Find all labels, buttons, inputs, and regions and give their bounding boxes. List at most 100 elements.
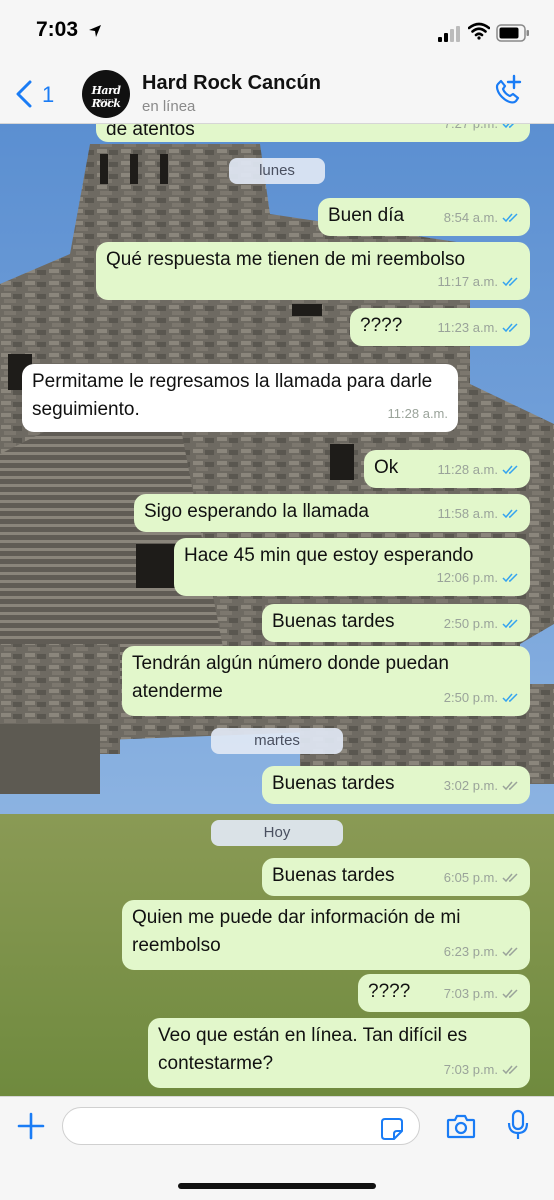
double-check-read-icon — [502, 213, 518, 223]
message-meta: 7:03 p.m. — [444, 980, 520, 1008]
message-time: 11:17 a.m. — [437, 274, 498, 289]
chevron-left-icon — [16, 80, 32, 108]
double-check-delivered-icon — [502, 873, 518, 883]
message-time: 6:23 p.m. — [443, 944, 498, 959]
message-bubble[interactable]: Qué respuesta me tienen de mi reembolso … — [96, 242, 530, 300]
message-bubble[interactable]: Quien me puede dar información de mi ree… — [122, 900, 530, 970]
message-meta: 7:03 p.m. — [444, 1056, 520, 1084]
chat-area[interactable]: de atentos 7:27 p.m. lunes Buen día 8:54… — [0, 124, 554, 1096]
message-time: 12:06 p.m. — [436, 570, 498, 585]
message-meta: 2:50 p.m. — [444, 610, 520, 638]
microphone-icon[interactable] — [506, 1109, 530, 1141]
chat-header: 1 Hard Rock HOTEL Hard Rock Cancún en lí… — [0, 62, 554, 124]
message-text: Ok — [374, 457, 399, 478]
message-text: ???? — [368, 981, 411, 1002]
cellular-signal-icon — [438, 26, 460, 42]
wifi-icon — [468, 22, 490, 40]
message-time: 3:02 p.m. — [443, 778, 498, 793]
date-separator: Hoy — [211, 820, 343, 846]
message-meta: 2:50 p.m. — [444, 684, 520, 712]
double-check-read-icon — [502, 124, 515, 129]
back-button[interactable]: 1 — [14, 78, 62, 110]
double-check-read-icon — [502, 619, 518, 629]
message-meta: 11:28 a.m. — [438, 456, 520, 484]
message-time: 11:28 a.m. — [437, 462, 498, 477]
message-text: ???? — [360, 315, 403, 336]
message-meta: 11:58 a.m. — [438, 500, 520, 528]
add-call-icon[interactable] — [490, 74, 524, 110]
location-arrow-icon — [89, 25, 101, 37]
status-bar: 7:03 — [0, 0, 554, 62]
contact-name[interactable]: Hard Rock Cancún — [142, 72, 321, 95]
message-bubble[interactable]: de atentos 7:27 p.m. — [96, 124, 530, 142]
double-check-read-icon — [502, 465, 518, 475]
message-time: 7:03 p.m. — [443, 1062, 498, 1077]
message-time: 8:54 a.m. — [443, 210, 498, 225]
message-text: Tendrán algún número donde puedan atende… — [132, 653, 449, 702]
avatar-logo-sub: HOTEL — [97, 99, 115, 105]
message-meta: 8:54 a.m. — [444, 204, 520, 232]
message-text: Buen día — [328, 205, 405, 226]
message-bubble[interactable]: Buen día 8:54 a.m. — [318, 198, 530, 236]
sticker-icon[interactable] — [380, 1117, 404, 1141]
double-check-read-icon — [502, 693, 518, 703]
message-text: Sigo esperando la llamada — [144, 501, 369, 522]
message-meta: 12:06 p.m. — [437, 564, 520, 592]
battery-icon — [496, 24, 529, 42]
message-bubble[interactable]: Ok 11:28 a.m. — [364, 450, 530, 488]
message-bubble[interactable]: Veo que están en línea. Tan difícil es c… — [148, 1018, 530, 1088]
message-time: 11:23 a.m. — [437, 320, 498, 335]
message-text: Qué respuesta me tienen de mi reembolso — [106, 249, 466, 270]
avatar[interactable]: Hard Rock HOTEL — [82, 70, 130, 118]
double-check-read-icon — [502, 323, 518, 333]
message-text: Permitame le regresamos la llamada para … — [32, 371, 433, 420]
message-text: Veo que están en línea. Tan difícil es c… — [158, 1025, 468, 1074]
double-check-delivered-icon — [502, 781, 518, 791]
plus-icon[interactable] — [16, 1111, 46, 1141]
message-meta: 7:27 p.m. — [444, 124, 520, 138]
contact-status: en línea — [142, 98, 196, 115]
double-check-delivered-icon — [502, 1065, 518, 1075]
message-bubble[interactable]: Buenas tardes 6:05 p.m. — [262, 858, 530, 896]
message-time: 6:05 p.m. — [443, 870, 498, 885]
message-text: Buenas tardes — [272, 773, 395, 794]
message-time: 7:03 p.m. — [443, 986, 498, 1001]
message-bubble[interactable]: ???? 11:23 a.m. — [350, 308, 530, 346]
avatar-logo: Hard Rock — [91, 84, 121, 110]
message-meta: 6:05 p.m. — [444, 864, 520, 892]
message-text: Quien me puede dar información de mi ree… — [132, 907, 461, 956]
message-bubble[interactable]: ???? 7:03 p.m. — [358, 974, 530, 1012]
message-time: 2:50 p.m. — [443, 616, 498, 631]
message-time: 7:27 p.m. — [444, 124, 498, 138]
message-bubble-incoming[interactable]: Permitame le regresamos la llamada para … — [22, 364, 458, 432]
message-text: Buenas tardes — [272, 611, 395, 632]
unread-count: 1 — [42, 82, 55, 107]
camera-icon[interactable] — [446, 1113, 476, 1139]
date-separator: lunes — [229, 158, 325, 184]
composer-bar — [0, 1096, 554, 1200]
double-check-read-icon — [502, 573, 518, 583]
message-meta: 11:28 a.m. — [388, 400, 448, 428]
message-bubble[interactable]: Buenas tardes 3:02 p.m. — [262, 766, 530, 804]
message-text: Buenas tardes — [272, 865, 395, 886]
message-bubble[interactable]: Hace 45 min que estoy esperando 12:06 p.… — [174, 538, 530, 596]
message-input[interactable] — [62, 1107, 420, 1145]
double-check-delivered-icon — [502, 947, 518, 957]
message-text: Hace 45 min que estoy esperando — [184, 545, 474, 566]
message-bubble[interactable]: Buenas tardes 2:50 p.m. — [262, 604, 530, 642]
message-meta: 6:23 p.m. — [444, 938, 520, 966]
message-bubble[interactable]: Tendrán algún número donde puedan atende… — [122, 646, 530, 716]
double-check-read-icon — [502, 509, 518, 519]
date-separator: martes — [211, 728, 343, 754]
double-check-read-icon — [502, 277, 518, 287]
message-bubble[interactable]: Sigo esperando la llamada 11:58 a.m. — [134, 494, 530, 532]
message-meta: 11:17 a.m. — [438, 268, 520, 296]
message-text: de atentos — [106, 124, 195, 140]
message-meta: 11:23 a.m. — [438, 314, 520, 342]
home-indicator — [178, 1183, 376, 1189]
status-time: 7:03 — [36, 18, 79, 41]
message-time: 11:58 a.m. — [437, 506, 498, 521]
message-time: 2:50 p.m. — [443, 690, 498, 705]
message-meta: 3:02 p.m. — [444, 772, 520, 800]
double-check-delivered-icon — [502, 989, 518, 999]
